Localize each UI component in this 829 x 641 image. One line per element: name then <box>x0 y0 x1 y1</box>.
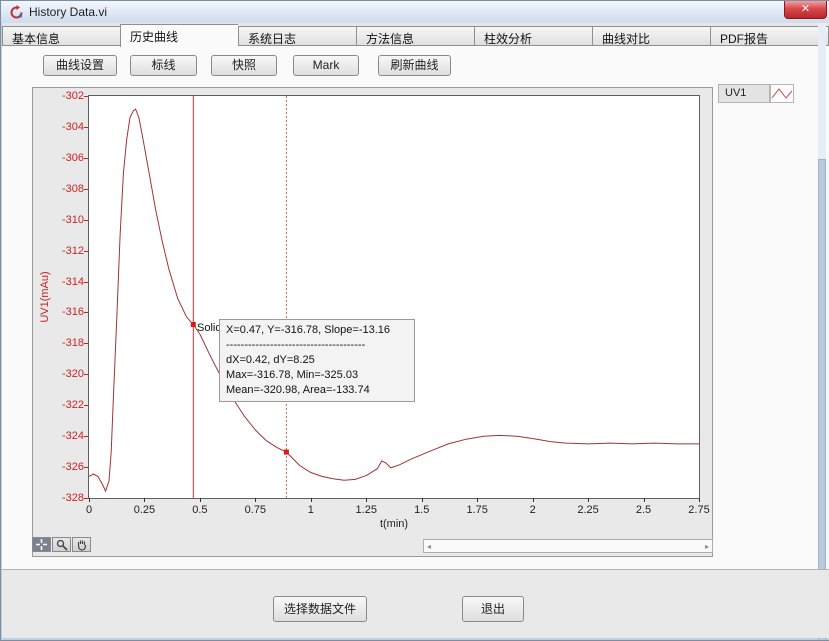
y-tick-mark <box>84 436 88 437</box>
x-axis-label: t(min) <box>354 518 434 530</box>
refresh-curve-button[interactable]: 刷新曲线 <box>378 55 451 76</box>
x-tick-mark <box>422 498 423 502</box>
cursor-name-label: Solid <box>197 322 221 334</box>
x-tick-mark <box>200 498 201 502</box>
y-tick-label: -312 <box>38 245 84 257</box>
y-tick-mark <box>84 127 88 128</box>
plot-canvas[interactable] <box>89 96 699 498</box>
y-axis-label: UV1(mAu) <box>39 271 51 322</box>
x-tick-label: 1 <box>289 504 333 516</box>
magnifier-icon <box>56 539 68 551</box>
title-bar[interactable]: History Data.vi ✕ <box>1 1 829 24</box>
tab-curve-compare[interactable]: 曲线对比 <box>592 26 710 46</box>
y-tick-label: -322 <box>38 399 84 411</box>
graph-h-scrollbar[interactable]: ◂ ▸ <box>423 539 713 553</box>
exit-button[interactable]: 退出 <box>462 596 524 622</box>
y-tick-mark <box>84 343 88 344</box>
y-tick-mark <box>84 220 88 221</box>
x-tick-label: 0.75 <box>233 504 277 516</box>
y-tick-mark <box>84 467 88 468</box>
x-tick-mark <box>477 498 478 502</box>
tooltip-line-meanarea: Mean=-320.98, Area=-133.74 <box>226 383 408 398</box>
snapshot-button[interactable]: 快照 <box>211 55 277 76</box>
cursor-marker-2[interactable] <box>284 450 289 455</box>
x-tick-label: 1.25 <box>344 504 388 516</box>
y-tick-mark <box>84 251 88 252</box>
y-tick-mark <box>84 405 88 406</box>
y-tick-mark <box>84 158 88 159</box>
zoom-tool-button[interactable] <box>52 537 71 552</box>
x-tick-mark <box>255 498 256 502</box>
y-tick-label: -320 <box>38 368 84 380</box>
tab-bar: 基本信息 历史曲线 系统日志 方法信息 柱效分析 曲线对比 PDF报告 <box>2 23 829 46</box>
tab-pdf-report[interactable]: PDF报告 <box>710 26 829 46</box>
select-data-file-button[interactable]: 选择数据文件 <box>273 596 367 622</box>
y-tick-label: -328 <box>38 492 84 504</box>
tooltip-line-dxdy: dX=0.42, dY=8.25 <box>226 353 408 368</box>
tab-column-efficiency[interactable]: 柱效分析 <box>474 26 592 46</box>
x-tick-mark <box>89 498 90 502</box>
tab-basic-info[interactable]: 基本信息 <box>2 26 120 46</box>
cursor-tooltip: X=0.47, Y=-316.78, Slope=-13.16 --------… <box>219 319 415 402</box>
window-title: History Data.vi <box>29 5 107 19</box>
graph-palette <box>32 537 91 552</box>
pan-tool-button[interactable] <box>72 537 91 552</box>
scroll-left-icon[interactable]: ◂ <box>427 541 431 552</box>
marker-line-button[interactable]: 标线 <box>130 55 197 76</box>
x-tick-label: 2.75 <box>677 504 721 516</box>
y-tick-mark <box>84 374 88 375</box>
y-tick-label: -302 <box>38 90 84 102</box>
y-tick-label: -308 <box>38 183 84 195</box>
legend-item-uv1[interactable]: UV1 <box>718 84 770 103</box>
tab-method-info[interactable]: 方法信息 <box>356 26 474 46</box>
x-tick-label: 0.5 <box>178 504 222 516</box>
crosshair-icon <box>36 539 47 550</box>
x-tick-mark <box>311 498 312 502</box>
vi-app-icon <box>9 5 24 20</box>
tab-system-log[interactable]: 系统日志 <box>238 26 356 46</box>
x-tick-mark <box>366 498 367 502</box>
tooltip-line-maxmin: Max=-316.78, Min=-325.03 <box>226 368 408 383</box>
x-tick-mark <box>644 498 645 502</box>
tab-history-curve[interactable]: 历史曲线 <box>120 24 238 47</box>
cursor-move-tool-button[interactable] <box>32 537 51 552</box>
hand-icon <box>76 539 88 551</box>
x-tick-label: 2 <box>511 504 555 516</box>
x-tick-label: 0.25 <box>122 504 166 516</box>
x-tick-label: 1.75 <box>455 504 499 516</box>
x-tick-mark <box>533 498 534 502</box>
y-tick-mark <box>84 96 88 97</box>
tooltip-separator: -------------------------------------- <box>226 338 408 353</box>
y-tick-label: -306 <box>38 152 84 164</box>
line-style-icon <box>771 85 793 102</box>
x-tick-label: 1.5 <box>400 504 444 516</box>
y-tick-label: -324 <box>38 430 84 442</box>
x-tick-mark <box>144 498 145 502</box>
y-tick-label: -310 <box>38 214 84 226</box>
y-tick-mark <box>84 498 88 499</box>
tooltip-line-xy: X=0.47, Y=-316.78, Slope=-13.16 <box>226 323 408 338</box>
window-v-scrollbar[interactable] <box>818 23 826 637</box>
curve-settings-button[interactable]: 曲线设置 <box>43 55 117 76</box>
legend-line-style-box[interactable] <box>770 84 794 103</box>
y-tick-mark <box>84 312 88 313</box>
scroll-right-icon[interactable]: ▸ <box>705 541 709 552</box>
footer-panel: 选择数据文件 退出 <box>2 569 829 638</box>
x-tick-label: 0 <box>67 504 111 516</box>
cursor-marker-1[interactable] <box>191 322 196 327</box>
close-button[interactable]: ✕ <box>784 1 827 19</box>
curve-UV1 <box>89 109 699 491</box>
x-tick-mark <box>588 498 589 502</box>
x-tick-label: 2.25 <box>566 504 610 516</box>
mark-button[interactable]: Mark <box>293 55 359 76</box>
x-tick-label: 2.5 <box>622 504 666 516</box>
y-tick-label: -326 <box>38 461 84 473</box>
y-tick-mark <box>84 189 88 190</box>
x-tick-mark <box>699 498 700 502</box>
y-tick-mark <box>84 282 88 283</box>
app-window: History Data.vi ✕ 基本信息 历史曲线 系统日志 方法信息 柱效… <box>0 0 829 641</box>
y-tick-label: -304 <box>38 121 84 133</box>
y-tick-label: -318 <box>38 337 84 349</box>
